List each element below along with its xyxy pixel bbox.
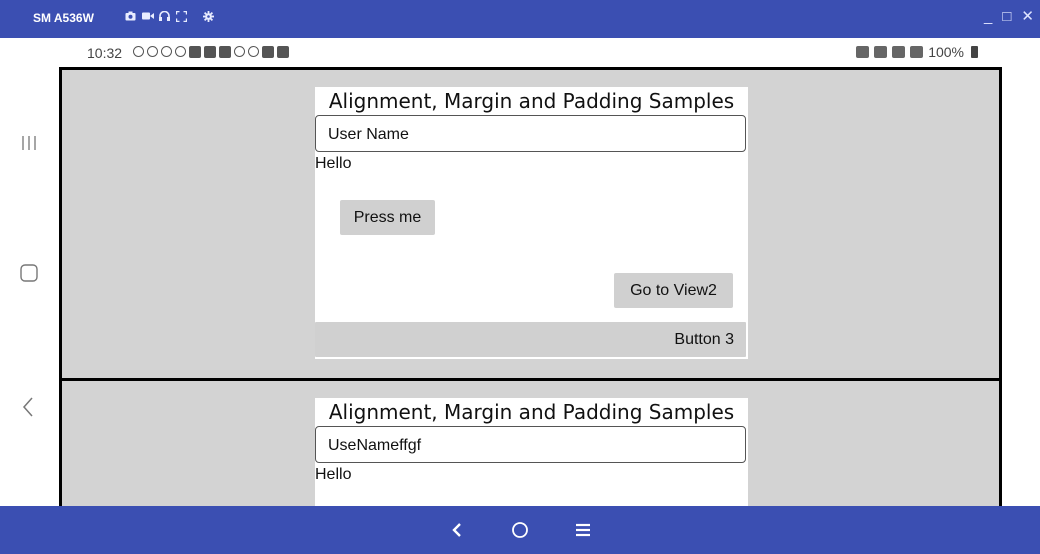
hello-label: Hello xyxy=(315,466,352,483)
status-right: 100% xyxy=(856,44,978,60)
nav-home-button[interactable] xyxy=(508,518,532,542)
app-icon xyxy=(189,46,201,58)
recents-button[interactable] xyxy=(16,130,42,156)
chrome-icon xyxy=(248,46,259,57)
button-3[interactable]: Button 3 xyxy=(315,322,746,357)
camera-icon[interactable] xyxy=(125,11,136,22)
app-icon xyxy=(277,46,289,58)
sync-icon xyxy=(147,46,158,57)
circle-home-icon xyxy=(512,522,528,538)
window-controls: _ □ ✕ xyxy=(984,9,1034,24)
sample-form: Alignment, Margin and Padding Samples Us… xyxy=(315,398,748,508)
device-name: SM A536W xyxy=(33,11,94,25)
battery-icon xyxy=(971,46,978,58)
home-button[interactable] xyxy=(16,260,42,286)
video-icon[interactable] xyxy=(142,11,154,22)
messenger-icon xyxy=(175,46,186,57)
sample-form: Alignment, Margin and Padding Samples Us… xyxy=(315,87,748,359)
emulator-window: SM A536W _ □ ✕ 10:32 100% Alignment, Mar… xyxy=(0,0,1040,554)
title-bar-icons xyxy=(125,10,214,23)
window-title-bar: SM A536W _ □ ✕ xyxy=(0,0,1040,38)
chrome-icon xyxy=(234,46,245,57)
go-to-view2-button[interactable]: Go to View2 xyxy=(614,273,733,308)
nav-menu-button[interactable] xyxy=(571,518,595,542)
bed-icon xyxy=(856,46,870,58)
wifi-icon xyxy=(892,46,906,58)
page-title: Alignment, Margin and Padding Samples xyxy=(328,400,735,424)
press-me-button[interactable]: Press me xyxy=(340,200,435,235)
status-time: 10:32 xyxy=(87,45,123,61)
alarm-icon xyxy=(874,46,888,58)
mail-icon xyxy=(219,46,231,58)
recents-icon xyxy=(22,136,36,150)
app-view-bottom: Alignment, Margin and Padding Samples Us… xyxy=(59,378,1002,518)
minimize-button[interactable]: _ xyxy=(984,9,992,24)
signal-icon xyxy=(910,46,924,58)
side-nav-bar xyxy=(0,38,59,506)
chevron-left-icon xyxy=(452,523,461,537)
headphones-icon[interactable] xyxy=(159,10,170,22)
app-view-top: Alignment, Margin and Padding Samples Us… xyxy=(59,67,1002,381)
close-button[interactable]: ✕ xyxy=(1021,9,1034,24)
restore-button[interactable]: □ xyxy=(1002,9,1011,24)
bottom-nav-bar xyxy=(0,506,1040,554)
username-input[interactable]: UseNameffgf xyxy=(315,426,746,463)
notification-icons xyxy=(133,46,289,58)
wrench-icon xyxy=(262,46,274,58)
back-icon xyxy=(22,397,33,417)
minus-circle-icon xyxy=(133,46,144,57)
nav-back-button[interactable] xyxy=(445,518,469,542)
messenger-icon xyxy=(161,46,172,57)
username-input[interactable]: User Name xyxy=(315,115,746,152)
battery-percent: 100% xyxy=(928,44,964,60)
page-title: Alignment, Margin and Padding Samples xyxy=(328,89,735,113)
status-bar: 10:32 100% xyxy=(59,38,1040,68)
gear-icon[interactable] xyxy=(203,11,214,22)
home-icon xyxy=(20,264,38,282)
fullscreen-icon[interactable] xyxy=(175,10,188,23)
hello-label: Hello xyxy=(315,155,352,172)
menu-icon xyxy=(576,523,590,537)
app-icon xyxy=(204,46,216,58)
back-button[interactable] xyxy=(16,394,42,420)
